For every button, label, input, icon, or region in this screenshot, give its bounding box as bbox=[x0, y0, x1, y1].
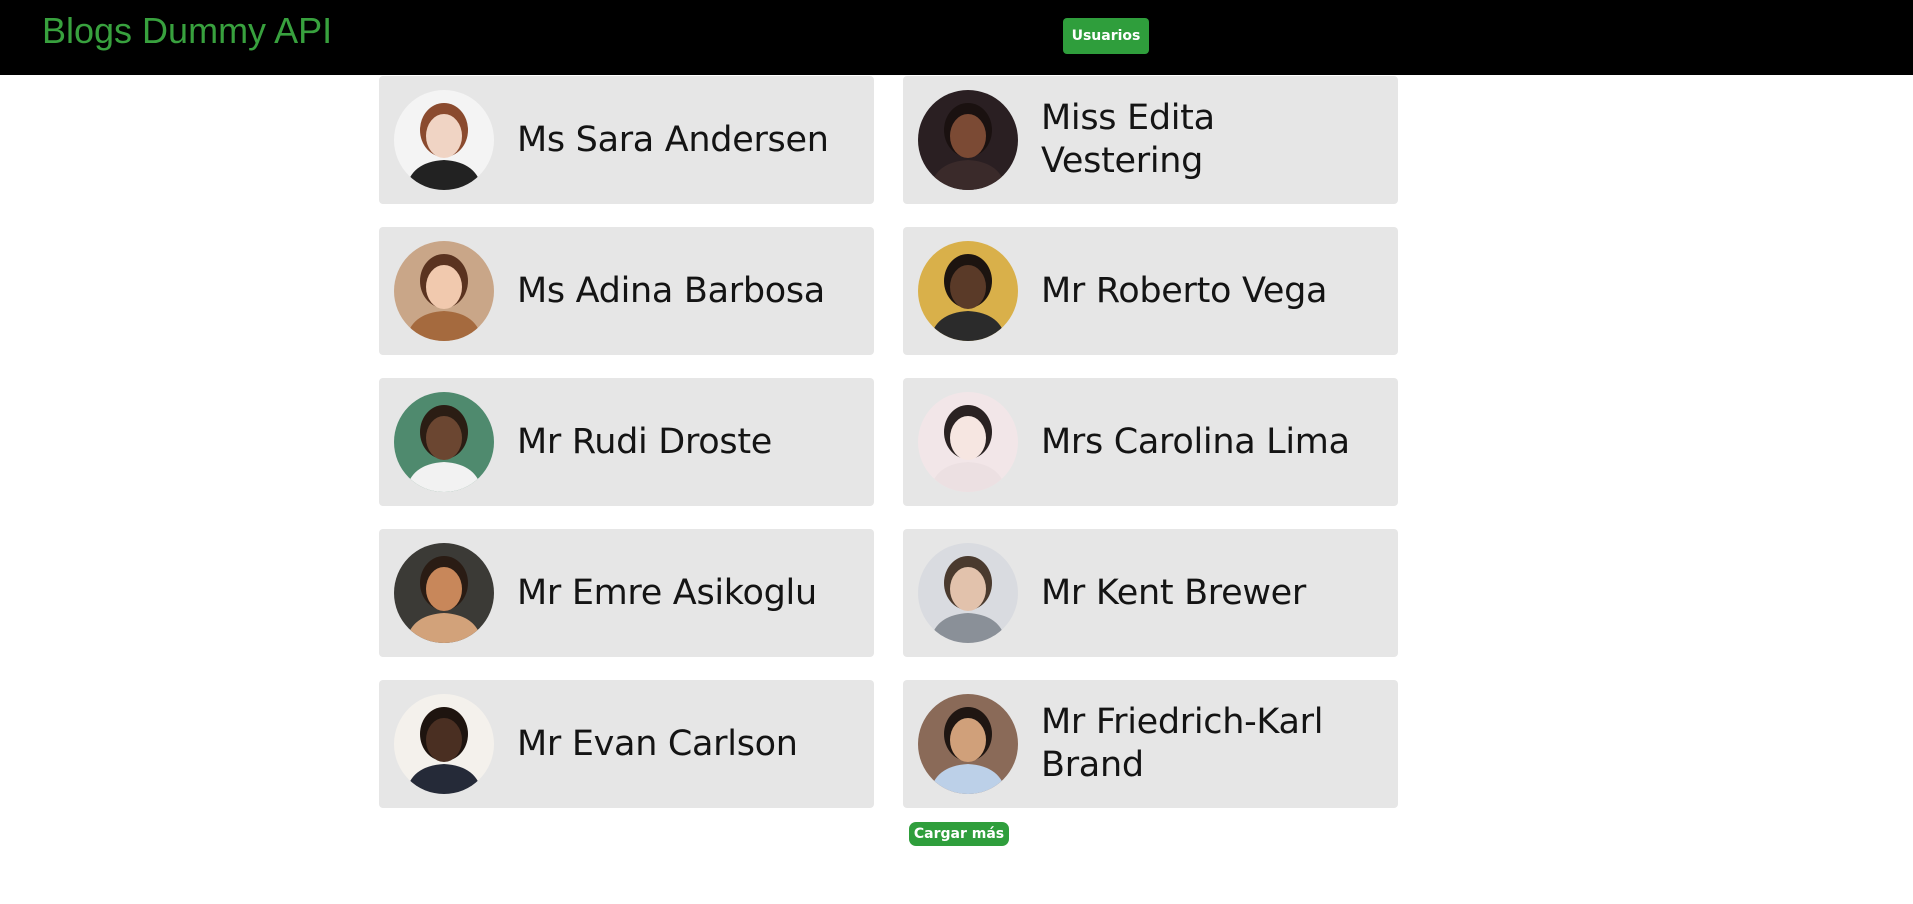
user-name: Mr Emre Asikoglu bbox=[517, 572, 817, 613]
user-avatar bbox=[918, 694, 1018, 794]
user-avatar bbox=[394, 543, 494, 643]
user-name: Mr Kent Brewer bbox=[1041, 572, 1306, 613]
user-name: Mr Evan Carlson bbox=[517, 723, 798, 764]
user-card[interactable]: Ms Sara Andersen bbox=[379, 76, 874, 204]
user-card[interactable]: Ms Adina Barbosa bbox=[379, 227, 874, 355]
user-name: Miss Edita Vestering bbox=[1041, 98, 1215, 181]
user-name: Mr Friedrich-Karl Brand bbox=[1041, 702, 1324, 785]
user-name: Mr Roberto Vega bbox=[1041, 270, 1328, 311]
user-card[interactable]: Mrs Carolina Lima bbox=[903, 378, 1398, 506]
user-card[interactable]: Miss Edita Vestering bbox=[903, 76, 1398, 204]
load-more-button[interactable]: Cargar más bbox=[909, 822, 1009, 846]
user-avatar bbox=[394, 90, 494, 190]
user-card[interactable]: Mr Evan Carlson bbox=[379, 680, 874, 808]
user-name: Ms Adina Barbosa bbox=[517, 270, 825, 311]
user-name: Ms Sara Andersen bbox=[517, 119, 829, 160]
user-avatar bbox=[918, 392, 1018, 492]
user-card[interactable]: Mr Rudi Droste bbox=[379, 378, 874, 506]
user-avatar bbox=[394, 392, 494, 492]
user-avatar bbox=[394, 241, 494, 341]
user-avatar bbox=[918, 543, 1018, 643]
user-name: Mrs Carolina Lima bbox=[1041, 421, 1350, 462]
user-name: Mr Rudi Droste bbox=[517, 421, 772, 462]
users-nav-button[interactable]: Usuarios bbox=[1063, 18, 1149, 54]
user-card[interactable]: Mr Emre Asikoglu bbox=[379, 529, 874, 657]
navbar: Blogs Dummy API Usuarios bbox=[0, 0, 1913, 75]
user-avatar bbox=[918, 241, 1018, 341]
user-avatar bbox=[394, 694, 494, 794]
brand-link[interactable]: Blogs Dummy API bbox=[42, 10, 332, 52]
user-card[interactable]: Mr Friedrich-Karl Brand bbox=[903, 680, 1398, 808]
user-list: Ms Sara Andersen Miss Edita Vestering Ms A… bbox=[379, 76, 1398, 808]
user-avatar bbox=[918, 90, 1018, 190]
user-card[interactable]: Mr Roberto Vega bbox=[903, 227, 1398, 355]
user-card[interactable]: Mr Kent Brewer bbox=[903, 529, 1398, 657]
